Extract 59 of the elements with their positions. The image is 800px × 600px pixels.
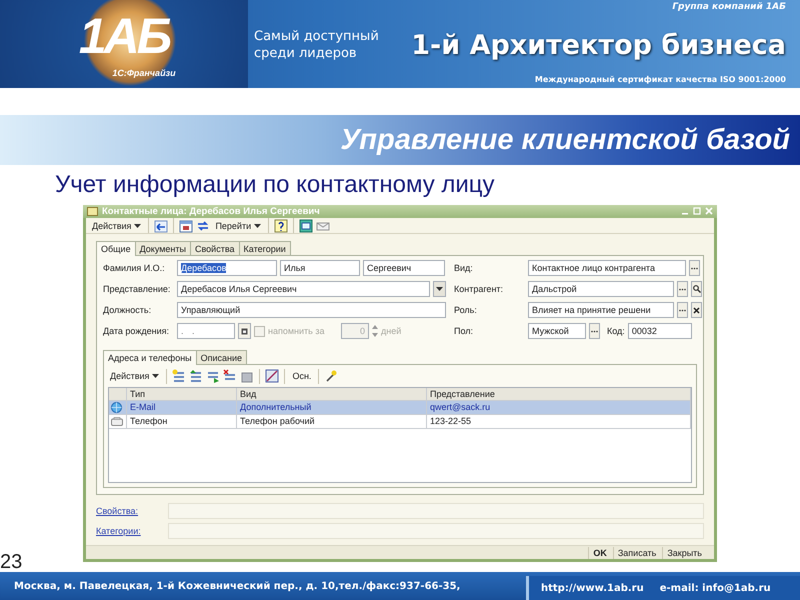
slide-title: Управление клиентской базой xyxy=(340,124,790,156)
field-label: Код: xyxy=(607,326,625,336)
dialog-button[interactable]: Закрыть xyxy=(662,546,706,559)
address: Москва, м. Павелецкая, 1-й Кожевнический пер., д. 10,тел./факс:937-66-35, xyxy=(13,580,462,592)
column-header: Представление xyxy=(427,388,691,400)
tab[interactable]: Адреса и телефоны xyxy=(103,350,197,366)
input-field[interactable]: Дальстрой xyxy=(528,281,674,298)
dialog-button[interactable]: OK xyxy=(588,546,611,559)
field-label: Дата рождения: xyxy=(103,326,170,336)
field-label: Вид: xyxy=(454,263,474,274)
field-label: Пол: xyxy=(454,326,474,336)
link[interactable]: Категории: xyxy=(96,526,168,536)
tab[interactable]: Общие xyxy=(96,241,136,256)
table-row[interactable]: Телефон Телефон рабочий 123-22-55 xyxy=(109,415,691,430)
field-label: Представление: xyxy=(103,284,172,294)
slide-subtitle: Учет информации по контактному лицу xyxy=(55,171,495,198)
input-field[interactable]: Влияет на принятие решени xyxy=(528,302,674,318)
field-label: Должность: xyxy=(103,305,152,316)
field-label: Контрагент: xyxy=(454,284,504,294)
input-field[interactable]: Мужской xyxy=(528,323,586,340)
table-cell: 123-22-55 xyxy=(427,415,691,428)
tab[interactable]: Категории xyxy=(238,241,291,256)
group-name: Группа компаний 1АБ xyxy=(672,2,786,12)
column-header: Вид xyxy=(237,388,427,400)
input-field[interactable]: Деребасов xyxy=(177,260,277,276)
date-field[interactable]: . . xyxy=(177,323,235,340)
table-row[interactable]: E-Mail Дополнительный qwert@sack.ru xyxy=(109,401,691,416)
menu-button[interactable]: Действия xyxy=(108,370,162,382)
tab[interactable]: Документы xyxy=(134,241,191,256)
dialog-button[interactable]: Записать xyxy=(612,546,660,559)
window-title: Контактные лица: Деребасов Илья Сергеевич xyxy=(102,206,321,217)
input-field[interactable]: Сергеевич xyxy=(363,260,445,276)
website: http://www.1ab.ru xyxy=(541,582,644,594)
input-field[interactable]: Илья xyxy=(280,260,360,276)
table-cell: qwert@sack.ru xyxy=(427,401,691,414)
field-label: Роль: xyxy=(454,305,478,316)
column-header: Тип xyxy=(127,388,237,400)
certificate-note: Международный сертификат качества ISO 9001:2000 xyxy=(534,75,786,84)
dropdown-field[interactable]: Деребасов Илья Сергеевич xyxy=(177,281,430,298)
input-field[interactable]: Контактное лицо контрагента xyxy=(528,260,686,276)
field-label: Фамилия И.О.: xyxy=(103,263,166,274)
tab[interactable]: Свойства xyxy=(190,241,240,256)
menu-button[interactable]: Действия xyxy=(90,220,144,232)
toolbar-button[interactable]: Осн. xyxy=(290,370,314,382)
slogan: Самый доступный среди лидеров xyxy=(253,28,380,63)
table-cell: Телефон рабочий xyxy=(237,415,427,428)
unit-label: дней xyxy=(381,326,402,336)
input-field[interactable]: Управляющий xyxy=(177,302,446,318)
menu-button[interactable]: Перейти xyxy=(213,220,264,232)
email: e-mail: info@1ab.ru xyxy=(660,582,771,594)
table-cell: Дополнительный xyxy=(237,401,427,414)
page-number: 23 xyxy=(0,551,22,573)
table-cell: E-Mail xyxy=(127,401,237,414)
tab[interactable]: Описание xyxy=(196,350,248,364)
input-field[interactable]: 00032 xyxy=(628,323,692,340)
link[interactable]: Свойства: xyxy=(96,506,168,516)
table-cell: Телефон xyxy=(127,415,237,428)
brand-name: 1-й Архитектор бизнеса xyxy=(411,30,786,61)
checkbox-label: напомнить за xyxy=(268,326,326,336)
